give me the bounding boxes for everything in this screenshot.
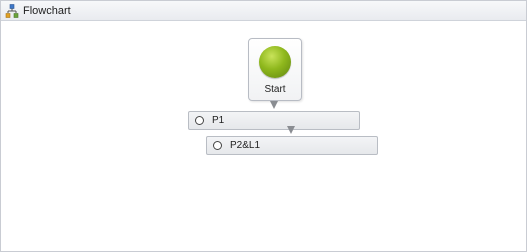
activity-p1[interactable]: P1: [188, 111, 360, 130]
start-node[interactable]: Start: [248, 38, 302, 101]
designer-title: Flowchart: [23, 4, 71, 17]
circle-icon: [213, 141, 222, 150]
activity-label: P2&L1: [230, 140, 261, 151]
start-label: Start: [264, 84, 286, 95]
activity-label: P1: [212, 115, 225, 126]
connector-arrow-p1-p2: [287, 126, 295, 134]
flowchart-canvas[interactable]: Start P1 P2&L1: [1, 21, 526, 251]
designer-header: Flowchart: [1, 1, 526, 21]
circle-icon: [195, 116, 204, 125]
flowchart-designer: Flowchart Start P1 P2&L1: [0, 0, 527, 252]
activity-p2-l1[interactable]: P2&L1: [206, 136, 378, 155]
start-circle-icon: [259, 46, 291, 78]
connector-arrow-start-p1: [270, 101, 278, 109]
flowchart-icon: [5, 3, 19, 18]
